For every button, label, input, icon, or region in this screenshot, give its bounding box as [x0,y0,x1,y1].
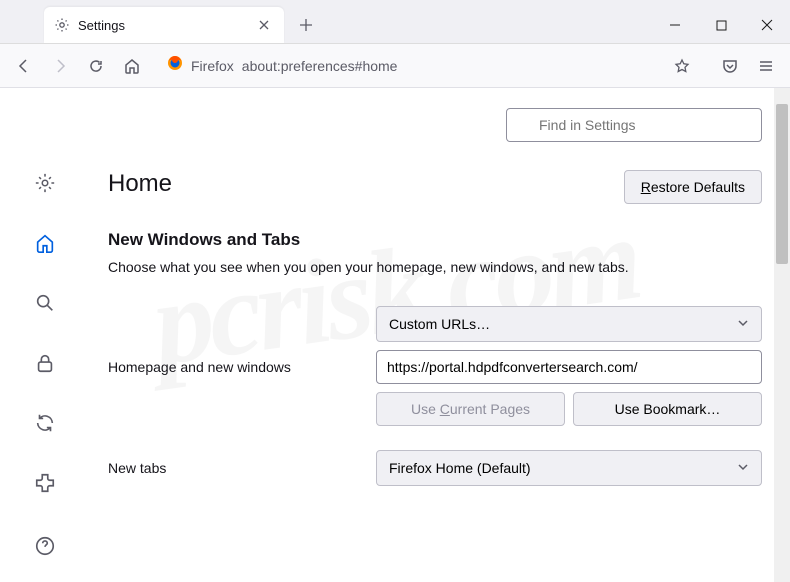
sidebar-help[interactable] [25,526,65,566]
tab-close-button[interactable] [254,15,274,35]
homepage-url-input[interactable] [376,350,762,384]
tab-title: Settings [78,18,254,33]
url-identity: Firefox [191,58,234,74]
use-current-pages-button[interactable]: Use Current Pages [376,392,565,426]
main-panel: Home Restore Defaults New Windows and Ta… [90,88,790,582]
homepage-mode-dropdown[interactable]: Custom URLs… [376,306,762,342]
gear-icon [54,17,70,33]
use-bookmark-button[interactable]: Use Bookmark… [573,392,762,426]
sidebar [0,88,90,582]
section-description: Choose what you see when you open your h… [108,258,762,278]
new-tab-button[interactable] [290,9,322,41]
maximize-button[interactable] [698,7,744,43]
sidebar-extensions[interactable] [25,463,65,503]
reload-button[interactable] [80,50,112,82]
home-button[interactable] [116,50,148,82]
sidebar-sync[interactable] [25,403,65,443]
sidebar-home[interactable] [25,223,65,263]
scroll-thumb[interactable] [776,104,788,264]
minimize-button[interactable] [652,7,698,43]
sidebar-search[interactable] [25,283,65,323]
section-title: New Windows and Tabs [108,230,762,250]
sidebar-general[interactable] [25,163,65,203]
content-area: Home Restore Defaults New Windows and Ta… [0,88,790,582]
newtabs-label: New tabs [108,460,376,476]
search-input[interactable] [506,108,762,142]
sidebar-privacy[interactable] [25,343,65,383]
chevron-down-icon [737,460,749,476]
url-bar[interactable]: Firefox about:preferences#home [158,50,704,82]
menu-button[interactable] [750,50,782,82]
newtabs-dropdown[interactable]: Firefox Home (Default) [376,450,762,486]
browser-tab[interactable]: Settings [44,7,284,43]
page-title: Home [108,170,172,198]
window-controls [652,7,790,43]
titlebar: Settings [0,0,790,44]
close-button[interactable] [744,7,790,43]
firefox-logo-icon [167,55,183,76]
back-button[interactable] [8,50,40,82]
chevron-down-icon [737,316,749,332]
pocket-button[interactable] [714,50,746,82]
url-path: about:preferences#home [242,58,398,74]
scrollbar[interactable] [774,88,790,582]
homepage-label: Homepage and new windows [108,359,376,375]
restore-defaults-button[interactable]: Restore Defaults [624,170,762,204]
forward-button[interactable] [44,50,76,82]
toolbar: Firefox about:preferences#home [0,44,790,88]
bookmark-star-button[interactable] [669,53,695,79]
